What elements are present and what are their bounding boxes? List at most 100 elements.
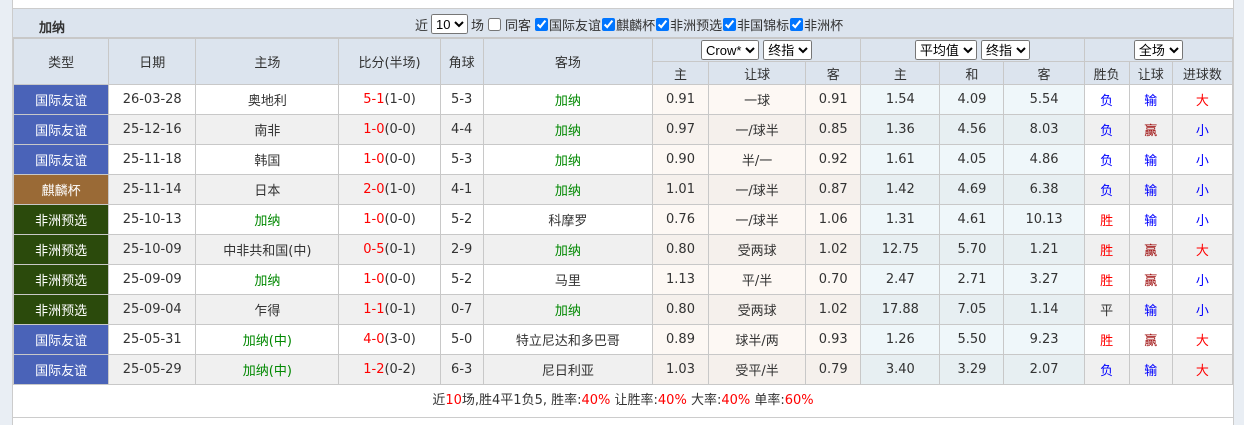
competition-type[interactable]: 非洲预选 [12,204,110,235]
score[interactable]: 1-0(0-0) [338,144,441,175]
competition-checkbox[interactable] [535,17,549,31]
away-team[interactable]: 加纳 [482,84,653,115]
competition-type[interactable]: 国际友谊 [12,354,110,385]
eu-away-odds: 6.38 [1003,174,1085,205]
match-date: 25-10-13 [108,204,197,235]
ah-home-odds: 0.97 [651,114,710,145]
match-date: 25-12-16 [108,114,197,145]
goals-result: 小 [1171,204,1234,235]
match-date: 25-10-09 [108,234,197,265]
corners: 5-2 [439,264,484,295]
competition-checkbox[interactable] [656,17,670,31]
ah-mode-select[interactable]: 终指 [763,40,813,60]
match-date: 25-05-29 [108,354,197,385]
ah-home-odds: 0.90 [651,144,710,175]
ah-result: 输 [1128,354,1173,385]
company-select[interactable]: Crow* [701,40,760,60]
home-team[interactable]: 奥地利 [195,84,340,115]
eu-home-odds: 17.88 [860,294,941,325]
match-date: 25-05-31 [108,324,197,355]
competition-type[interactable]: 国际友谊 [12,114,110,145]
competition-type[interactable]: 非洲预选 [12,294,110,325]
ah-away-odds: 0.87 [805,174,862,205]
home-team[interactable]: 乍得 [195,294,340,325]
ah-home-odds: 1.01 [651,174,710,205]
competition-type[interactable]: 国际友谊 [12,144,110,175]
goals-result: 小 [1171,174,1234,205]
competition-checkbox[interactable] [723,17,737,31]
ah-home-odds: 1.13 [651,264,710,295]
eu-home-odds: 1.31 [860,204,941,235]
title-bar: 加纳 近 10 场 同客 国际友谊 麒麟杯 非洲预选 非国锦标 非洲杯 [13,9,1233,38]
ah-home-odds: 0.76 [651,204,710,235]
score[interactable]: 0-5(0-1) [338,234,441,265]
goals-result: 大 [1171,324,1234,355]
eu-draw-odds: 7.05 [939,294,1005,325]
competition-type[interactable]: 国际友谊 [12,84,110,115]
score[interactable]: 1-2(0-2) [338,354,441,385]
ah-away-odds: 0.70 [805,264,862,295]
home-team[interactable]: 加纳(中) [195,354,340,385]
corners: 0-7 [439,294,484,325]
table-row: 麒麟杯 25-11-14 日本 2-0(1-0) 4-1 加纳 1.01 一/球… [12,174,1234,205]
score[interactable]: 4-0(3-0) [338,324,441,355]
ah-away-odds: 0.91 [805,84,862,115]
same-venue-checkbox[interactable] [488,17,502,31]
competition-type[interactable]: 非洲预选 [12,264,110,295]
eu-away-odds: 1.21 [1003,234,1085,265]
ah-line: 平/半 [708,264,807,295]
score[interactable]: 2-0(1-0) [338,174,441,205]
match-date: 25-11-14 [108,174,197,205]
away-team[interactable]: 科摩罗 [482,204,653,235]
away-team[interactable]: 特立尼达和多巴哥 [482,324,653,355]
ah-line: 球半/两 [708,324,807,355]
away-team[interactable]: 加纳 [482,114,653,145]
home-team[interactable]: 加纳 [195,204,340,235]
eu-home-odds: 1.54 [860,84,941,115]
score[interactable]: 1-0(0-0) [338,264,441,295]
ah-line: 受两球 [708,234,807,265]
score[interactable]: 1-0(0-0) [338,204,441,235]
away-team[interactable]: 加纳 [482,294,653,325]
score[interactable]: 1-1(0-1) [338,294,441,325]
period-select[interactable]: 全场 [1133,40,1183,60]
away-team[interactable]: 马里 [482,264,653,295]
home-team[interactable]: 南非 [195,114,340,145]
competition-checkbox[interactable] [790,17,804,31]
competition-type[interactable]: 麒麟杯 [12,174,110,205]
eu-mode-select[interactable]: 终指 [981,40,1031,60]
avg-select[interactable]: 平均值 [914,40,977,60]
score[interactable]: 5-1(1-0) [338,84,441,115]
competition-type[interactable]: 国际友谊 [12,324,110,355]
ah-result: 输 [1128,174,1173,205]
score[interactable]: 1-0(0-0) [338,114,441,145]
away-team[interactable]: 尼日利亚 [482,354,653,385]
result: 胜 [1083,324,1130,355]
eu-away-odds: 10.13 [1003,204,1085,235]
away-team[interactable]: 加纳 [482,174,653,205]
ah-away-odds: 0.93 [805,324,862,355]
competition-checkbox[interactable] [602,17,616,31]
match-count-select[interactable]: 10 [431,14,469,34]
goals-result: 大 [1171,234,1234,265]
ah-away-odds: 1.02 [805,234,862,265]
ah-line: 一球 [708,84,807,115]
home-team[interactable]: 加纳(中) [195,324,340,355]
away-team[interactable]: 加纳 [482,144,653,175]
eu-home-odds: 1.36 [860,114,941,145]
eu-home-odds: 12.75 [860,234,941,265]
eu-home-odds: 1.61 [860,144,941,175]
away-team[interactable]: 加纳 [482,234,653,265]
ah-result: 输 [1128,84,1173,115]
corners: 6-3 [439,354,484,385]
home-team[interactable]: 中非共和国(中) [195,234,340,265]
competition-type[interactable]: 非洲预选 [12,234,110,265]
home-team[interactable]: 加纳 [195,264,340,295]
eu-draw-odds: 5.50 [939,324,1005,355]
goals-result: 大 [1171,354,1234,385]
home-team[interactable]: 日本 [195,174,340,205]
home-team[interactable]: 韩国 [195,144,340,175]
eu-home-odds: 2.47 [860,264,941,295]
table-row: 非洲预选 25-10-13 加纳 1-0(0-0) 5-2 科摩罗 0.76 一… [12,204,1234,235]
ah-result: 赢 [1128,234,1173,265]
